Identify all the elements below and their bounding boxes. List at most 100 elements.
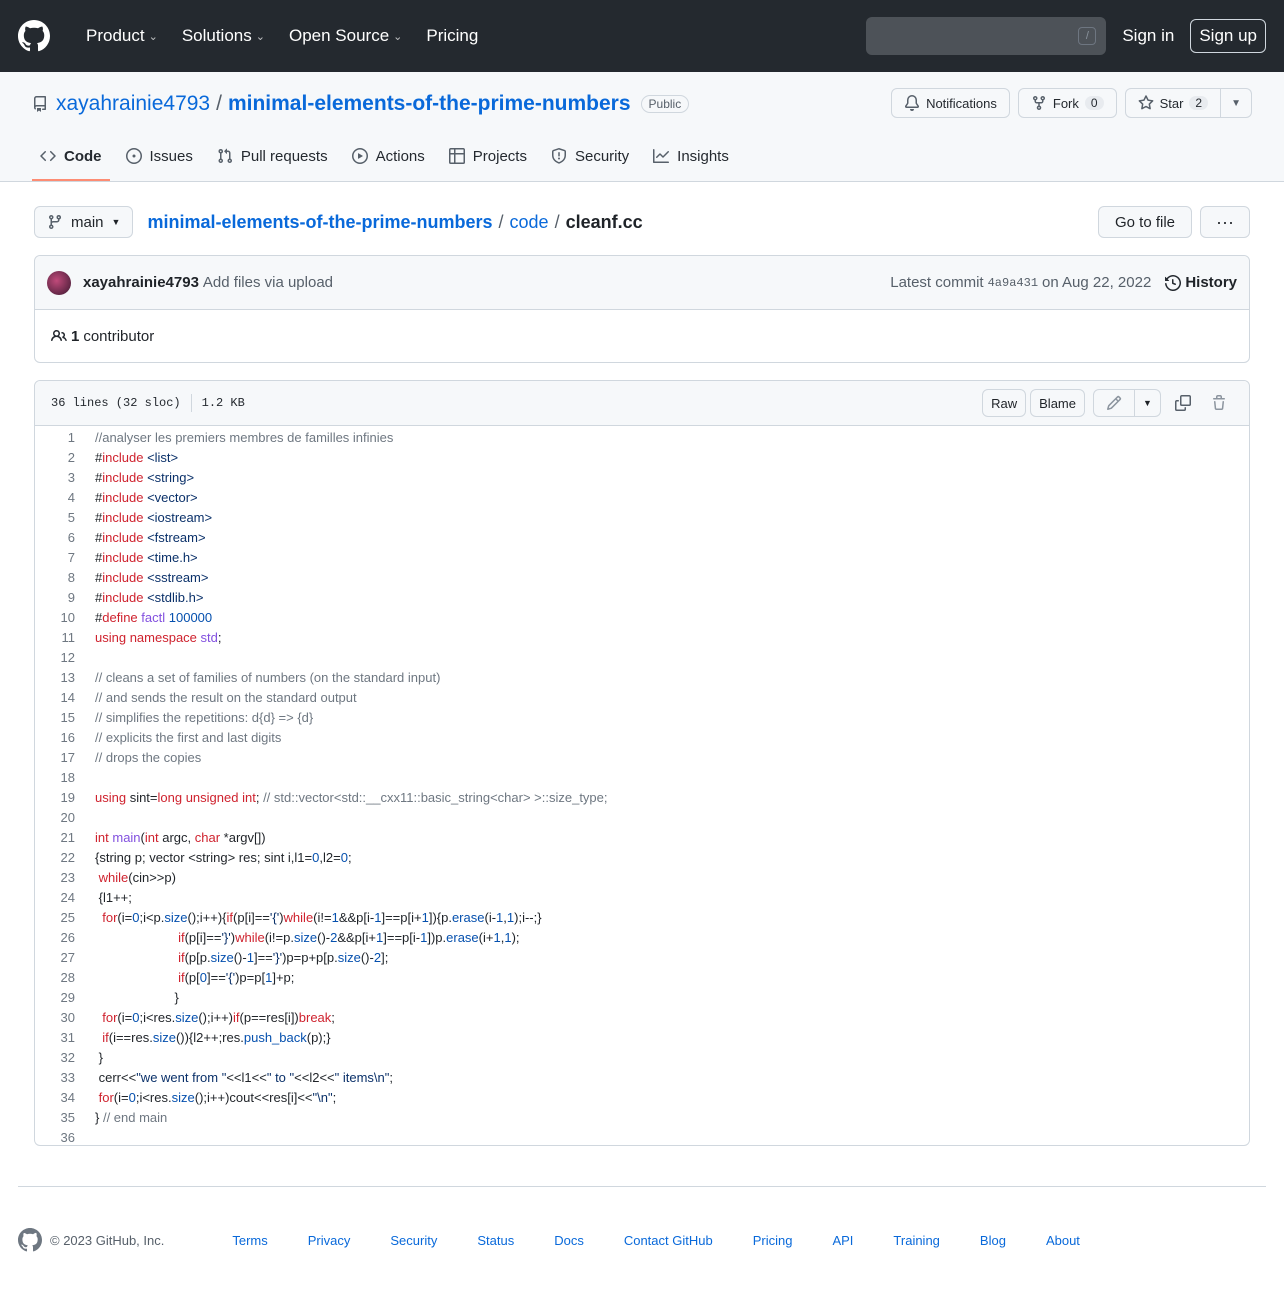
chevron-down-icon: ⌄ (148, 30, 158, 43)
line-number[interactable]: 9 (35, 590, 75, 605)
avatar[interactable] (47, 270, 71, 295)
nav-open-source[interactable]: Open Source ⌄ (277, 26, 414, 46)
line-number[interactable]: 3 (35, 470, 75, 485)
line-number[interactable]: 22 (35, 850, 75, 865)
code-token: *argv[]) (220, 829, 266, 845)
code-token: 0 (128, 1089, 136, 1105)
raw-button[interactable]: Raw (982, 389, 1027, 417)
footer-link-privacy[interactable]: Privacy (308, 1233, 351, 1248)
footer-link-contact[interactable]: Contact GitHub (624, 1233, 713, 1248)
sign-in-link[interactable]: Sign in (1122, 26, 1174, 46)
line-number[interactable]: 31 (35, 1030, 75, 1045)
line-number[interactable]: 18 (35, 770, 75, 785)
line-number[interactable]: 2 (35, 450, 75, 465)
line-number[interactable]: 21 (35, 830, 75, 845)
more-options-button[interactable]: ··· (1200, 206, 1250, 238)
line-number[interactable]: 10 (35, 610, 75, 625)
line-number[interactable]: 11 (35, 630, 76, 645)
star-dropdown-button[interactable]: ▼ (1221, 88, 1252, 118)
line-number[interactable]: 34 (35, 1090, 75, 1105)
code-token: char (194, 829, 221, 845)
line-number[interactable]: 30 (35, 1010, 75, 1025)
commit-message-link[interactable]: Add files via upload (203, 274, 333, 291)
line-number[interactable]: 13 (35, 670, 75, 685)
tab-issues[interactable]: Issues (118, 133, 201, 181)
footer-link-blog[interactable]: Blog (980, 1233, 1006, 1248)
branch-selector[interactable]: main ▼ (34, 206, 134, 238)
tab-security[interactable]: Security (543, 133, 637, 181)
line-number[interactable]: 4 (35, 490, 75, 505)
line-number[interactable]: 23 (35, 870, 75, 885)
line-number[interactable]: 36 (35, 1130, 75, 1145)
line-number[interactable]: 5 (35, 510, 75, 525)
code-line: 30 for(i=0;i<res.size();i++)if(p==res[i]… (35, 1007, 1249, 1027)
copy-button[interactable] (1169, 389, 1197, 417)
line-number[interactable]: 25 (35, 910, 75, 925)
footer-link-training[interactable]: Training (893, 1233, 939, 1248)
line-number[interactable]: 16 (35, 730, 75, 745)
delete-button[interactable] (1205, 389, 1233, 417)
contributors-row[interactable]: 1 contributor (35, 310, 1249, 362)
tab-code[interactable]: Code (32, 133, 110, 181)
repo-name-link[interactable]: minimal-elements-of-the-prime-numbers (228, 92, 631, 116)
line-number[interactable]: 15 (35, 710, 75, 725)
notifications-button[interactable]: Notifications (891, 88, 1010, 118)
nav-pricing[interactable]: Pricing (414, 26, 490, 46)
breadcrumb-dir-link[interactable]: code (510, 212, 549, 233)
line-number[interactable]: 14 (35, 690, 75, 705)
line-number[interactable]: 8 (35, 570, 75, 585)
line-number[interactable]: 35 (35, 1110, 75, 1125)
line-number[interactable]: 20 (35, 810, 75, 825)
line-number[interactable]: 1 (35, 430, 75, 445)
line-number[interactable]: 19 (35, 790, 75, 805)
line-number[interactable]: 29 (35, 990, 75, 1005)
code-token: ]== (253, 949, 273, 965)
repo-owner-link[interactable]: xayahrainie4793 (56, 92, 210, 116)
line-number[interactable]: 27 (35, 950, 75, 965)
line-content: } (75, 1050, 103, 1065)
github-mark-icon[interactable] (18, 1228, 42, 1252)
code-line: 19 using sint=long unsigned int; // std::… (35, 787, 1249, 807)
footer-link-docs[interactable]: Docs (554, 1233, 584, 1248)
code-token: " items\n" (334, 1069, 390, 1085)
github-logo-icon[interactable] (18, 20, 50, 52)
nav-product[interactable]: Product ⌄ (74, 26, 170, 46)
commit-sha-link[interactable]: 4a9a431 (988, 276, 1038, 290)
footer-link-pricing[interactable]: Pricing (753, 1233, 793, 1248)
blame-button[interactable]: Blame (1030, 389, 1085, 417)
code-line: 26 if(p[i]=='}')while(i!=p.size()-2&&p[i… (35, 927, 1249, 947)
breadcrumb-separator: / (554, 211, 560, 232)
line-number[interactable]: 12 (35, 650, 75, 665)
line-number[interactable]: 33 (35, 1070, 75, 1085)
line-number[interactable]: 24 (35, 890, 75, 905)
commit-author-link[interactable]: xayahrainie4793 (83, 274, 199, 291)
search-input[interactable]: / (866, 17, 1107, 55)
line-number[interactable]: 7 (35, 550, 75, 565)
nav-solutions[interactable]: Solutions ⌄ (170, 26, 277, 46)
history-link[interactable]: History (1165, 274, 1237, 291)
footer-link-about[interactable]: About (1046, 1233, 1080, 1248)
tab-actions[interactable]: Actions (344, 133, 433, 181)
star-button[interactable]: Star 2 (1124, 88, 1222, 118)
tab-insights[interactable]: Insights (645, 133, 737, 181)
tab-projects[interactable]: Projects (441, 133, 535, 181)
footer-link-api[interactable]: API (832, 1233, 853, 1248)
line-number[interactable]: 26 (35, 930, 75, 945)
footer-link-status[interactable]: Status (477, 1233, 514, 1248)
line-number[interactable]: 17 (35, 750, 75, 765)
code-token: size (175, 1009, 199, 1025)
footer-link-security[interactable]: Security (390, 1233, 437, 1248)
line-number[interactable]: 6 (35, 530, 75, 545)
line-number[interactable]: 28 (35, 970, 75, 985)
sign-up-button[interactable]: Sign up (1190, 19, 1266, 53)
edit-dropdown-button[interactable]: ▼ (1135, 389, 1161, 417)
line-content: {string p; vector <string> res; sint i,l… (75, 850, 352, 865)
line-content: #include <fstream> (75, 530, 206, 545)
footer-link-terms[interactable]: Terms (232, 1233, 267, 1248)
line-number[interactable]: 32 (35, 1050, 75, 1065)
go-to-file-button[interactable]: Go to file (1097, 206, 1192, 238)
breadcrumb-repo-link[interactable]: minimal-elements-of-the-prime-numbers (147, 212, 492, 233)
tab-pull-requests[interactable]: Pull requests (209, 133, 336, 181)
fork-button[interactable]: Fork 0 (1017, 88, 1117, 118)
edit-button[interactable] (1093, 389, 1135, 417)
